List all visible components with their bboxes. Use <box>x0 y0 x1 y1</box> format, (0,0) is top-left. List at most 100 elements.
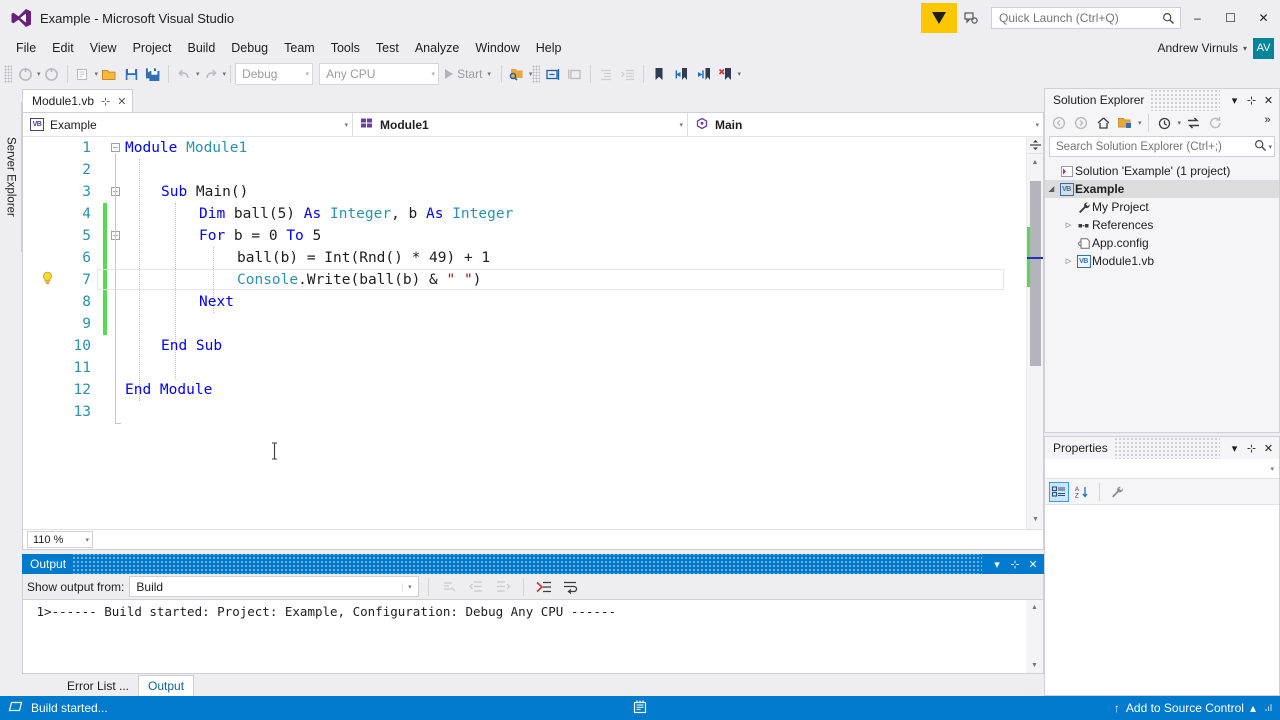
project-dropdown[interactable]: VB Example ▾ <box>23 113 353 136</box>
close-icon[interactable]: ✕ <box>1260 91 1277 109</box>
previous-bookmark-button[interactable] <box>670 63 692 85</box>
tab-output[interactable]: Output <box>138 675 195 696</box>
code-surface[interactable]: 1 2 3 4 5 6 7 8 9 10 11 12 13 – Module M… <box>23 137 1043 529</box>
undo-button[interactable] <box>173 63 195 85</box>
chevron-up-icon[interactable]: ▴ <box>1250 701 1256 715</box>
status-right-group[interactable]: ↑ Add to Source Control ▴ <box>1114 701 1274 716</box>
glyph-margin[interactable] <box>23 137 57 529</box>
toolbar-grip[interactable] <box>4 65 12 83</box>
code-line-10[interactable]: End Sub <box>95 335 1026 357</box>
menu-item-view[interactable]: View <box>82 39 125 57</box>
send-feedback-button[interactable] <box>921 3 957 33</box>
menu-item-analyze[interactable]: Analyze <box>407 39 467 57</box>
chevron-down-icon[interactable]: ▾ <box>679 121 683 129</box>
menu-item-help[interactable]: Help <box>528 39 570 57</box>
tree-node-project-example[interactable]: ◢ VB Example <box>1045 180 1279 198</box>
solution-search-input[interactable] <box>1056 140 1255 153</box>
chevron-down-icon[interactable]: ▾ <box>1138 119 1142 127</box>
scroll-up-arrow[interactable]: ▲ <box>1027 154 1043 170</box>
home-icon[interactable] <box>1093 113 1113 133</box>
chevron-down-icon[interactable]: ▾ <box>988 555 1006 573</box>
redo-button[interactable] <box>200 63 222 85</box>
tab-error-list[interactable]: Error List ... <box>58 675 138 696</box>
account-area[interactable]: Andrew Virnuls ▾ AV <box>1158 36 1274 60</box>
menu-item-window[interactable]: Window <box>467 39 527 57</box>
chevron-down-icon[interactable]: ▾ <box>1178 119 1182 127</box>
chevron-down-icon[interactable]: ▾ <box>1226 91 1243 109</box>
scrollbar-thumb[interactable] <box>1030 181 1041 366</box>
code-line-8[interactable]: Next <box>95 291 1026 313</box>
chevron-down-icon[interactable]: ▾ <box>402 582 416 591</box>
pin-icon[interactable]: ⊹ <box>1006 555 1024 573</box>
next-bookmark-button[interactable] <box>692 63 714 85</box>
output-source-combo[interactable]: Build ▾ <box>129 576 420 597</box>
chevron-down-icon[interactable]: ▾ <box>737 70 741 78</box>
output-text-body[interactable]: 1>------ Build started: Project: Example… <box>22 600 1044 674</box>
navigate-backward-button[interactable] <box>14 63 36 85</box>
type-dropdown[interactable]: Module1 ▾ <box>353 113 688 136</box>
scroll-down-arrow[interactable]: ▼ <box>1027 511 1043 527</box>
expander-icon[interactable]: ▷ <box>1062 257 1075 265</box>
go-to-next-message-button[interactable] <box>492 576 514 598</box>
toolbar-overflow-icon[interactable]: » <box>1259 111 1276 129</box>
minimize-button[interactable]: – <box>1181 4 1214 32</box>
properties-object-combo[interactable]: ▾ <box>1045 459 1279 479</box>
maximize-button[interactable]: ☐ <box>1214 4 1247 32</box>
pending-changes-filter-icon[interactable] <box>1115 113 1135 133</box>
editor-vertical-scrollbar[interactable]: ▲ ▼ <box>1026 137 1043 529</box>
save-button[interactable] <box>120 63 142 85</box>
zoom-level-combo[interactable]: 110 % ▾ <box>27 531 93 548</box>
chevron-down-icon[interactable]: ▾ <box>1268 143 1272 151</box>
solution-platform-combo[interactable]: Any CPU ▾ <box>319 63 440 85</box>
code-line-9[interactable] <box>95 313 1026 335</box>
output-drag-handle[interactable] <box>72 554 982 574</box>
quick-launch-box[interactable] <box>991 7 1181 29</box>
tree-node-solution[interactable]: Solution 'Example' (1 project) <box>1045 162 1279 180</box>
chevron-down-icon[interactable]: ▾ <box>1270 465 1274 473</box>
close-icon[interactable]: ✕ <box>117 95 126 108</box>
chevron-down-icon[interactable]: ▾ <box>344 121 348 129</box>
find-in-files-button[interactable] <box>506 63 528 85</box>
expander-icon[interactable]: ◢ <box>1045 185 1058 193</box>
pin-icon[interactable]: ⊹ <box>1243 439 1260 457</box>
close-button[interactable]: ✕ <box>1247 4 1280 32</box>
menu-item-build[interactable]: Build <box>179 39 223 57</box>
clear-bookmarks-button[interactable] <box>714 63 736 85</box>
menu-item-file[interactable]: File <box>8 39 44 57</box>
increase-indent-button[interactable] <box>617 63 639 85</box>
solution-configuration-combo[interactable]: Debug ▾ <box>235 63 314 85</box>
horizontal-scrollbar[interactable] <box>93 531 1043 548</box>
properties-grid[interactable] <box>1045 505 1279 695</box>
menu-item-team[interactable]: Team <box>276 39 323 57</box>
code-line-1[interactable]: Module Module1 <box>95 137 1026 159</box>
back-button[interactable] <box>1049 113 1069 133</box>
chevron-down-icon[interactable]: ▾ <box>85 536 89 544</box>
feedback-smiley-icon[interactable] <box>957 10 985 26</box>
tree-node-app-config[interactable]: App.config <box>1045 234 1279 252</box>
scroll-down-arrow[interactable]: ▼ <box>1026 658 1043 673</box>
property-pages-wrench-icon[interactable] <box>1107 482 1127 502</box>
decrease-indent-button[interactable] <box>595 63 617 85</box>
toolbar-grip[interactable] <box>532 65 541 83</box>
code-line-7[interactable]: Console .Write(ball(b) & " ") <box>95 269 1026 291</box>
code-line-4[interactable]: Dim ball(5) As Integer, b As Integer <box>95 203 1026 225</box>
expander-icon[interactable]: ▷ <box>1062 221 1075 229</box>
server-explorer-tab[interactable]: Server Explorer <box>0 102 22 252</box>
new-project-button[interactable] <box>72 63 94 85</box>
save-all-button[interactable] <box>142 63 164 85</box>
pin-icon[interactable]: ⊹ <box>101 95 110 108</box>
menu-item-tools[interactable]: Tools <box>323 39 368 57</box>
refresh-icon[interactable] <box>1205 113 1225 133</box>
add-to-source-control-label[interactable]: Add to Source Control <box>1126 701 1244 715</box>
tree-node-references[interactable]: ▷ References <box>1045 216 1279 234</box>
member-dropdown[interactable]: Main ▾ <box>688 113 1043 136</box>
menu-item-project[interactable]: Project <box>125 39 180 57</box>
open-file-button[interactable] <box>98 63 120 85</box>
code-line-5[interactable]: For b = 0 To 5 <box>95 225 1026 247</box>
go-to-previous-message-button[interactable] <box>465 576 487 598</box>
categorized-view-button[interactable] <box>1049 481 1069 502</box>
clear-output-button[interactable] <box>533 576 555 598</box>
chevron-down-icon[interactable]: ▾ <box>487 70 491 78</box>
pending-changes-history-icon[interactable] <box>1155 113 1175 133</box>
navigate-forward-button[interactable] <box>41 63 63 85</box>
